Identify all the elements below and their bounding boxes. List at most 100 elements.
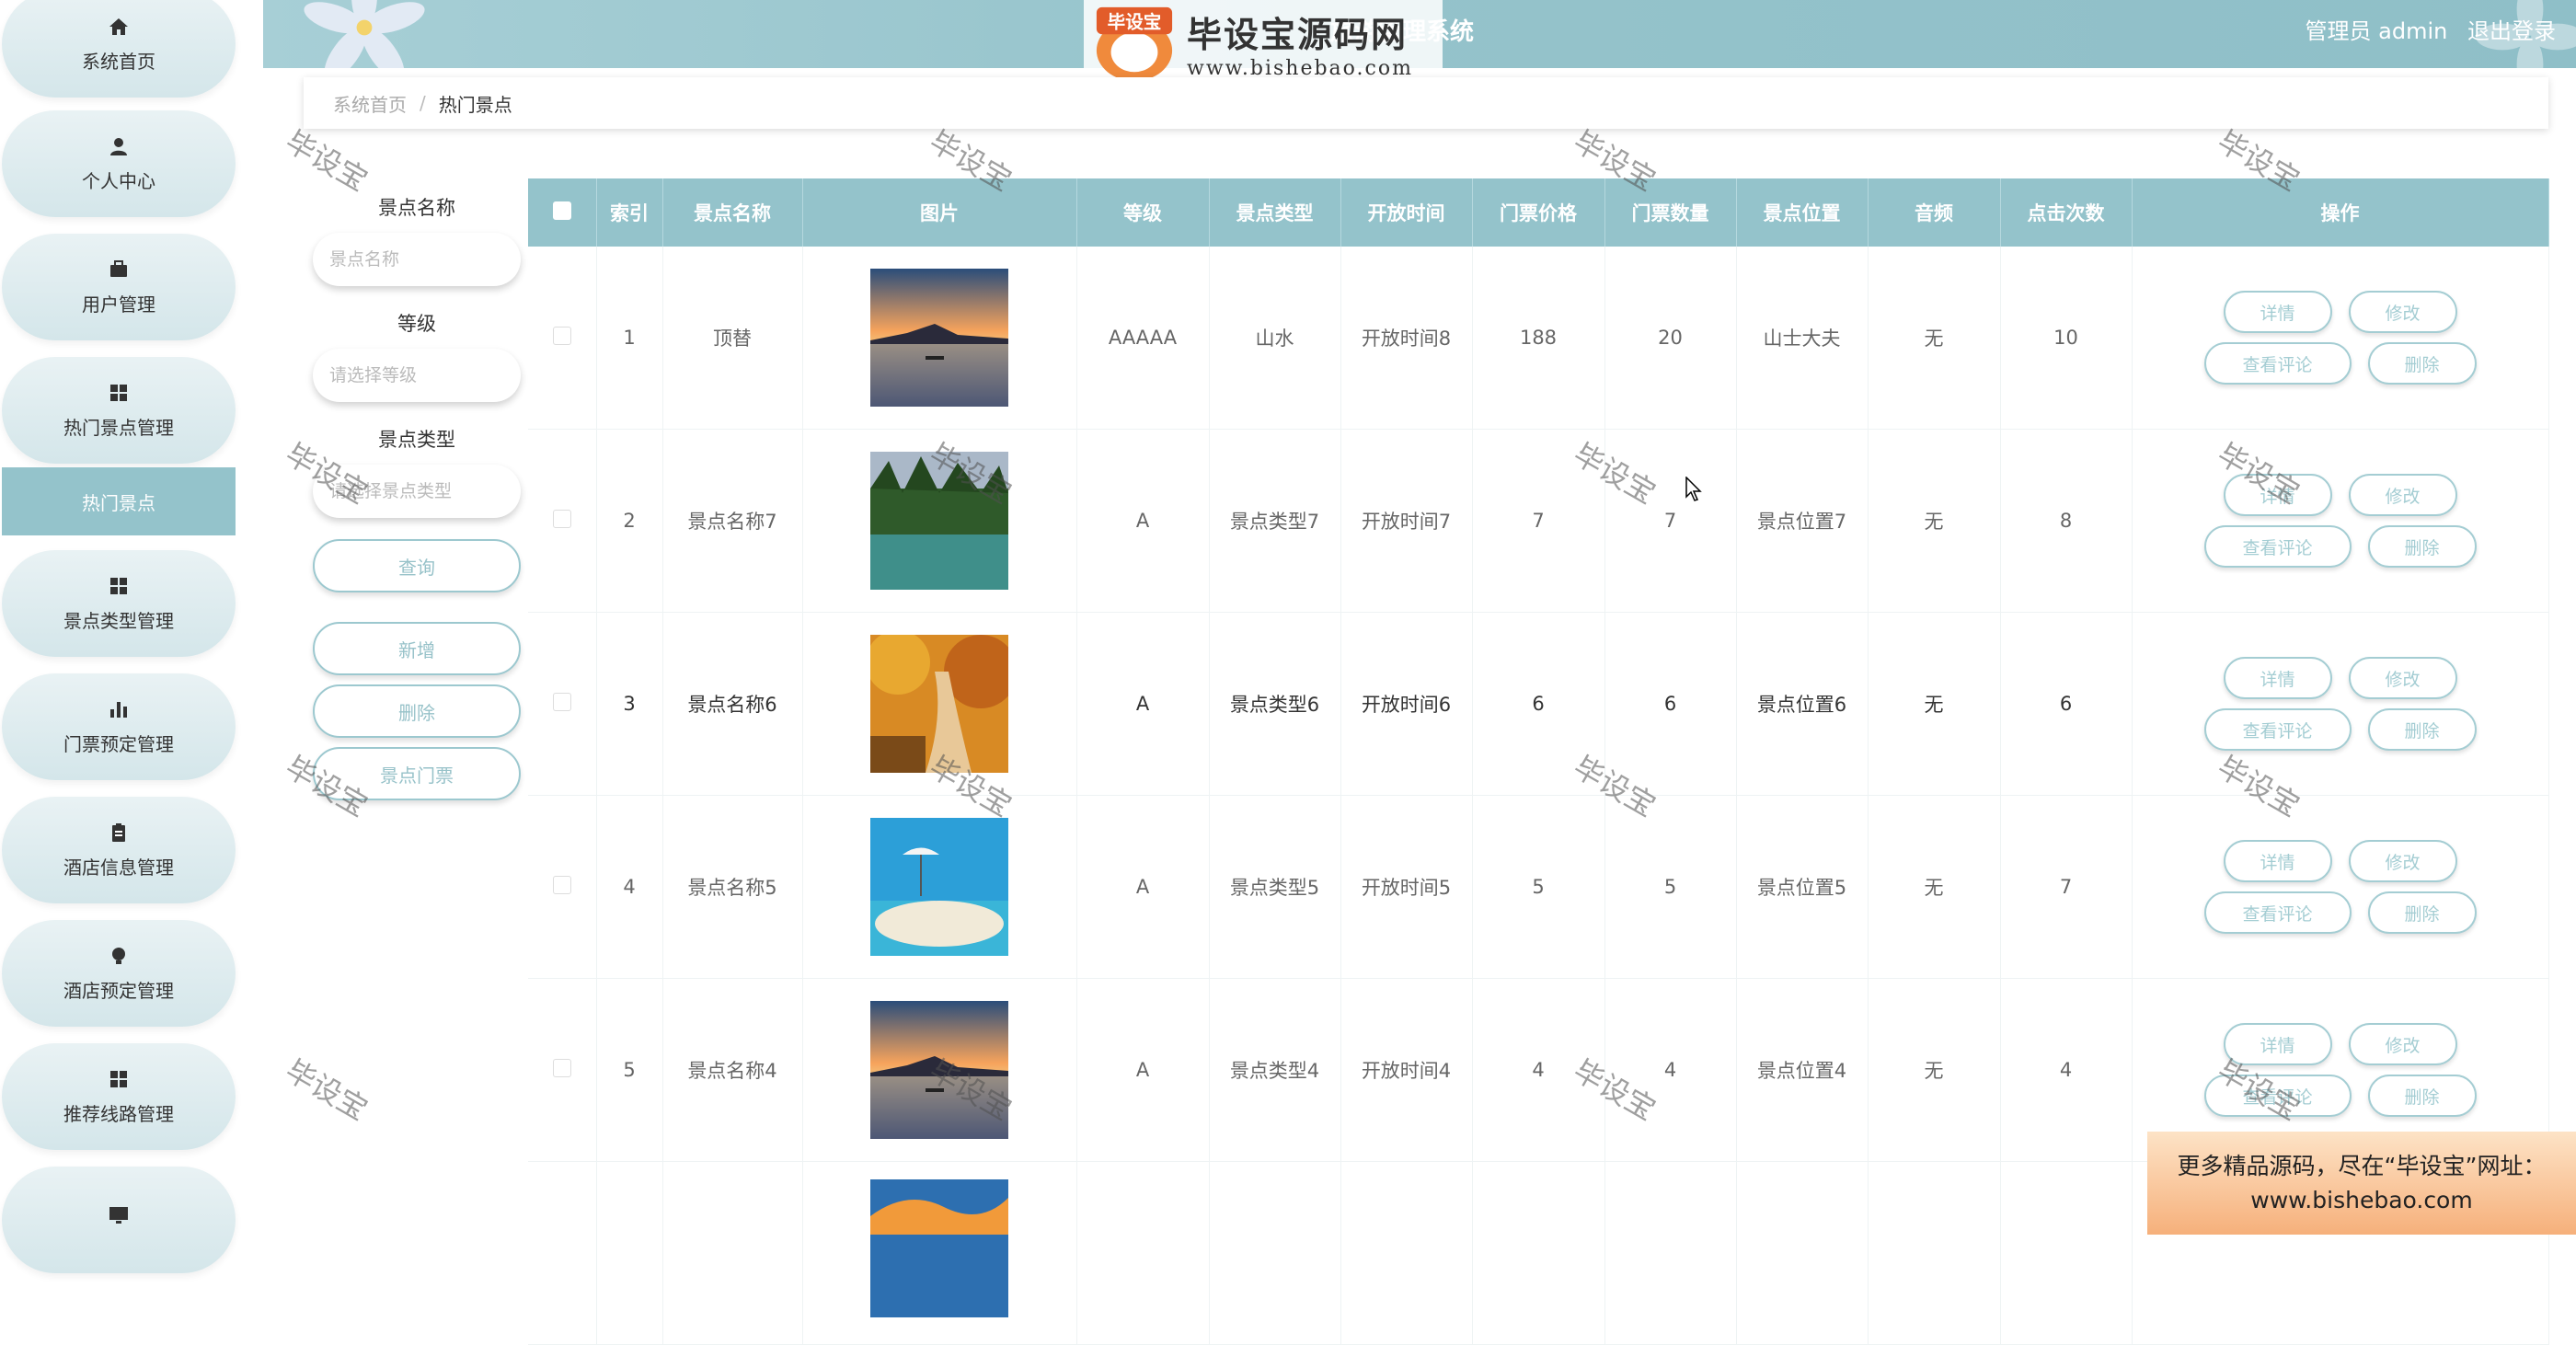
row-checkbox[interactable]: [552, 875, 571, 894]
spot-image: [870, 452, 1008, 590]
view-comments-button[interactable]: 查看评论: [2203, 708, 2352, 751]
breadcrumb-home[interactable]: 系统首页: [333, 90, 407, 117]
cell-price: 188: [1472, 247, 1605, 430]
detail-button[interactable]: 详情: [2223, 840, 2332, 882]
spot-type-select[interactable]: [313, 480, 521, 502]
bulb-icon: [112, 947, 125, 964]
bishebao-logo-icon: 毕设宝: [1096, 6, 1173, 82]
cell-image: [802, 429, 1077, 613]
sidebar-item-ticket-booking[interactable]: 门票预定管理: [2, 673, 236, 780]
sidebar-item-hot-spots[interactable]: 热门景点管理: [2, 357, 236, 464]
col-header: 景点名称: [662, 178, 803, 247]
query-button[interactable]: 查询: [313, 539, 521, 592]
spot-image: [870, 818, 1008, 956]
view-comments-button[interactable]: 查看评论: [2203, 1075, 2352, 1117]
sidebar-item-spot-types[interactable]: 景点类型管理: [2, 550, 236, 657]
delete-button[interactable]: 删除: [2367, 1075, 2477, 1117]
cell-open-time: 开放时间7: [1340, 429, 1473, 613]
spot-image: [866, 630, 1018, 773]
add-button[interactable]: 新增: [313, 622, 521, 675]
edit-button[interactable]: 修改: [2348, 474, 2457, 516]
cell-level: A: [1076, 429, 1210, 613]
sidebar-item-label: 景点类型管理: [63, 609, 174, 632]
edit-button[interactable]: 修改: [2348, 1023, 2457, 1065]
cell-index: 1: [596, 247, 663, 430]
level-select-wrap: [313, 349, 521, 402]
view-comments-button[interactable]: 查看评论: [2203, 891, 2352, 934]
cell-name: 顶替: [662, 247, 803, 430]
cell-price: 7: [1472, 429, 1605, 613]
edit-button[interactable]: 修改: [2348, 291, 2457, 333]
cell-qty: 6: [1604, 612, 1737, 796]
cell-type: 山水: [1209, 247, 1341, 430]
cell-price: 4: [1472, 978, 1605, 1162]
cell-price: 5: [1472, 795, 1605, 979]
cell-open-time: 开放时间5: [1340, 795, 1473, 979]
col-header: 图片: [802, 178, 1077, 247]
cell-name: 景点名称4: [662, 978, 803, 1162]
sidebar-subitem-hot-spots[interactable]: 热门景点: [2, 467, 236, 535]
detail-button[interactable]: 详情: [2223, 657, 2332, 699]
level-select[interactable]: [313, 364, 521, 386]
watermark-logo-text: 毕设宝源码网: [1187, 15, 1409, 55]
sidebar-item-profile[interactable]: 个人中心: [2, 110, 236, 217]
table-row: 3 景点名称6 A 景点类型6 开放时间6 6 6 景点位置6 无 6 详情 修…: [528, 612, 2549, 796]
row-checkbox[interactable]: [552, 509, 571, 528]
row-checkbox[interactable]: [552, 1058, 571, 1077]
cell-location: 景点位置5: [1736, 795, 1869, 979]
sidebar-item-home[interactable]: 系统首页: [2, 0, 236, 98]
sidebar-item-users[interactable]: 用户管理: [2, 234, 236, 340]
sidebar-item-label: 个人中心: [82, 169, 155, 192]
sidebar-item-hotel-info[interactable]: 酒店信息管理: [2, 797, 236, 903]
select-all-checkbox[interactable]: [552, 201, 571, 220]
cell-actions: 详情 修改 查看评论 删除: [2132, 612, 2549, 796]
grid-icon: [110, 384, 127, 401]
sidebar-item-label: 门票预定管理: [63, 732, 174, 755]
cell-clicks: 10: [2000, 247, 2133, 430]
cell-type: 景点类型7: [1209, 429, 1341, 613]
row-checkbox[interactable]: [552, 326, 571, 345]
spot-type-select-wrap: [313, 465, 521, 518]
delete-button[interactable]: 删除: [2367, 525, 2477, 568]
edit-button[interactable]: 修改: [2348, 657, 2457, 699]
cell-index: 5: [596, 978, 663, 1162]
view-comments-button[interactable]: 查看评论: [2203, 342, 2352, 385]
cell-qty: 4: [1604, 978, 1737, 1162]
detail-button[interactable]: 详情: [2223, 291, 2332, 333]
spot-image: [870, 1179, 1008, 1317]
briefcase-icon: [110, 259, 127, 277]
edit-button[interactable]: 修改: [2348, 840, 2457, 882]
detail-button[interactable]: 详情: [2223, 474, 2332, 516]
grid-icon: [110, 1070, 127, 1087]
cell-open-time: 开放时间8: [1340, 247, 1473, 430]
col-header: 点击次数: [2000, 178, 2133, 247]
watermark-text: 毕设宝: [279, 123, 374, 199]
breadcrumb-current: 热门景点: [438, 93, 512, 116]
spot-name-input[interactable]: [313, 248, 521, 270]
flower-decoration-icon: [304, 0, 425, 68]
select-all-cell[interactable]: [528, 178, 597, 247]
delete-button[interactable]: 删除: [2367, 708, 2477, 751]
sidebar-item-routes[interactable]: 推荐线路管理: [2, 1043, 236, 1150]
sidebar-item-label: 推荐线路管理: [63, 1102, 174, 1125]
spot-name-label: 景点名称: [378, 197, 455, 219]
view-comments-button[interactable]: 查看评论: [2203, 525, 2352, 568]
row-checkbox[interactable]: [552, 692, 571, 711]
home-icon: [109, 17, 128, 35]
logout-link[interactable]: 退出登录: [2467, 18, 2556, 44]
sidebar-subitem-label: 热门景点: [82, 491, 155, 514]
cell-qty: 7: [1604, 429, 1737, 613]
delete-button[interactable]: 删除: [2367, 891, 2477, 934]
cell-audio: 无: [1868, 795, 2001, 979]
delete-button[interactable]: 删除: [2367, 342, 2477, 385]
promo-line2: www.bishebao.com: [2250, 1187, 2473, 1213]
svg-text:毕设宝: 毕设宝: [1108, 11, 1162, 32]
spot-image: [870, 269, 1008, 407]
spot-ticket-button[interactable]: 景点门票: [313, 747, 521, 800]
batch-delete-button[interactable]: 删除: [313, 684, 521, 738]
sidebar-item-more[interactable]: [2, 1167, 236, 1273]
sidebar-item-hotel-booking[interactable]: 酒店预定管理: [2, 920, 236, 1027]
cell-name: 景点名称7: [662, 429, 803, 613]
detail-button[interactable]: 详情: [2223, 1023, 2332, 1065]
breadcrumb-separator: /: [420, 92, 426, 114]
